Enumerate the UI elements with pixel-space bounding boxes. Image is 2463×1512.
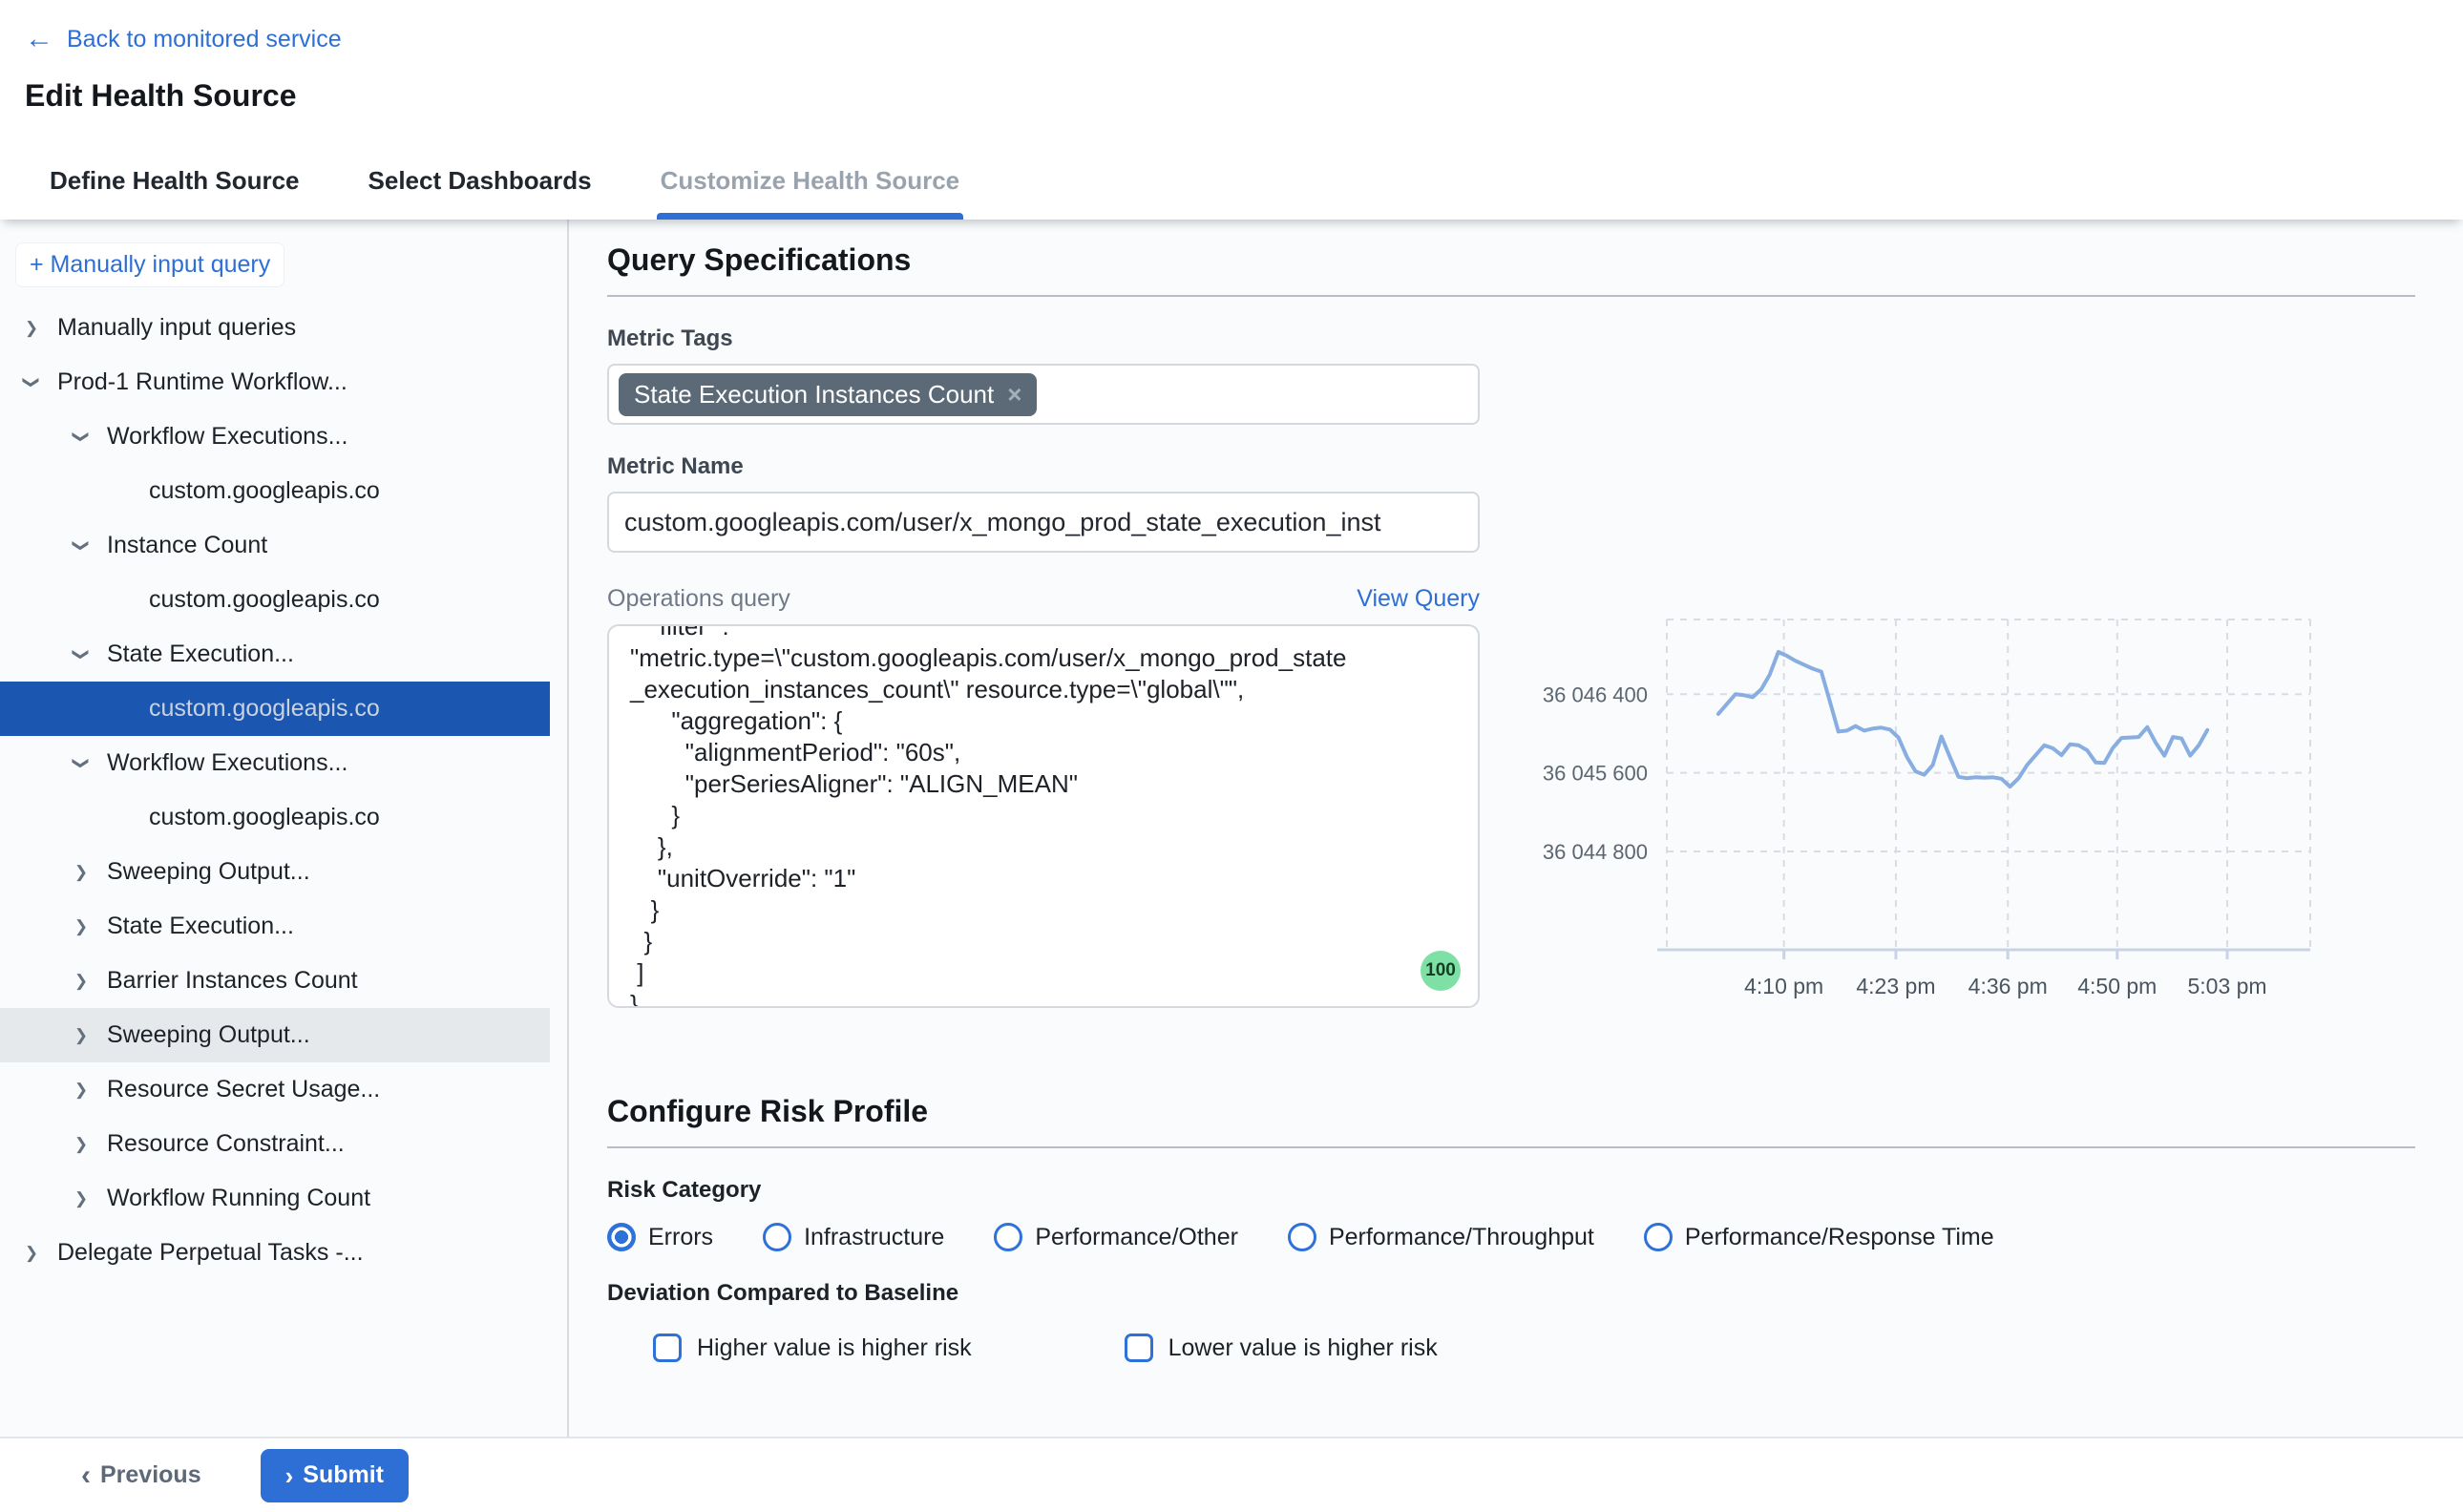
chevron-down-icon[interactable]: ❯ bbox=[74, 534, 90, 558]
svg-text:36 044 800: 36 044 800 bbox=[1543, 840, 1648, 864]
wizard-footer: ‹ Previous › Submit bbox=[0, 1437, 2463, 1512]
chevron-down-icon[interactable]: ❯ bbox=[74, 642, 90, 667]
svg-text:4:36 pm: 4:36 pm bbox=[1968, 974, 2048, 998]
metric-tags-input[interactable]: State Execution Instances Count × bbox=[607, 364, 1480, 425]
back-arrow-icon: ← bbox=[25, 25, 53, 53]
tree-item-resource-constraint[interactable]: ❯ Resource Constraint... bbox=[0, 1117, 550, 1171]
main-panel: Query Specifications Metric Tags State E… bbox=[569, 220, 2463, 1437]
view-query-link[interactable]: View Query bbox=[1357, 585, 1480, 613]
tree-item-barrier-instances-count[interactable]: ❯ Barrier Instances Count bbox=[0, 954, 550, 1008]
operations-query-text: "filter" : "metric.type=\"custom.googlea… bbox=[630, 624, 1457, 1008]
radio-icon[interactable] bbox=[607, 1223, 636, 1251]
tree-item-sweeping-output[interactable]: ❯ Sweeping Output... bbox=[0, 845, 550, 899]
checkbox-icon[interactable] bbox=[653, 1334, 682, 1362]
tree-item-instance-count[interactable]: ❯ Instance Count bbox=[0, 518, 550, 573]
back-link-label: Back to monitored service bbox=[67, 26, 342, 53]
chevron-right-icon[interactable]: ❯ bbox=[69, 918, 94, 934]
tree-item-state-execution[interactable]: ❯ State Execution... bbox=[0, 899, 550, 954]
configure-risk-profile-title: Configure Risk Profile bbox=[607, 1094, 2415, 1129]
active-tab-underline bbox=[657, 213, 964, 220]
tree-item-resource-secret-usage[interactable]: ❯ Resource Secret Usage... bbox=[0, 1062, 550, 1117]
tree-item-workflow-running-count[interactable]: ❯ Workflow Running Count bbox=[0, 1171, 550, 1226]
deviation-checkbox-group: Higher value is higher risk Lower value … bbox=[607, 1334, 2415, 1362]
chevron-right-icon[interactable]: ❯ bbox=[69, 864, 94, 880]
metric-chart: 36 046 400 36 045 600 36 044 800 4:10 pm 4:2… bbox=[1533, 604, 2326, 1030]
section-divider bbox=[607, 1146, 2415, 1148]
chip-close-icon[interactable]: × bbox=[1007, 382, 1021, 407]
query-specifications-title: Query Specifications bbox=[607, 242, 2415, 278]
tab-customize-health-source[interactable]: Customize Health Source bbox=[657, 141, 964, 220]
metric-tag-chip-label: State Execution Instances Count bbox=[634, 380, 994, 410]
radio-icon[interactable] bbox=[763, 1223, 791, 1251]
svg-text:4:10 pm: 4:10 pm bbox=[1744, 974, 1823, 998]
checkbox-higher-value-is-higher-risk[interactable]: Higher value is higher risk bbox=[653, 1334, 972, 1362]
tab-define-health-source[interactable]: Define Health Source bbox=[46, 141, 304, 220]
radio-icon[interactable] bbox=[994, 1223, 1022, 1251]
radio-icon[interactable] bbox=[1644, 1223, 1673, 1251]
chevron-right-icon[interactable]: ❯ bbox=[69, 1136, 94, 1152]
radio-infrastructure[interactable]: Infrastructure bbox=[763, 1223, 944, 1251]
tree-item-workflow-executions[interactable]: ❯ Workflow Executions... bbox=[0, 410, 550, 464]
radio-performance-throughput[interactable]: Performance/Throughput bbox=[1288, 1223, 1594, 1251]
submit-button[interactable]: › Submit bbox=[261, 1449, 409, 1502]
tree-item-state-execution[interactable]: ❯ State Execution... bbox=[0, 627, 550, 682]
add-manual-query-button[interactable]: + Manually input query bbox=[15, 242, 284, 287]
back-to-monitored-service-link[interactable]: ← Back to monitored service bbox=[25, 25, 342, 53]
chevron-right-icon[interactable]: ❯ bbox=[19, 320, 44, 336]
tree-item-custom-googleapis-co[interactable]: custom.googleapis.co bbox=[0, 464, 550, 518]
svg-text:36 046 400: 36 046 400 bbox=[1543, 682, 1648, 706]
risk-category-label: Risk Category bbox=[607, 1177, 2415, 1204]
radio-icon[interactable] bbox=[1288, 1223, 1316, 1251]
chevron-right-icon: › bbox=[285, 1463, 294, 1488]
tree-item-delegate-perpetual-tasks[interactable]: ❯ Delegate Perpetual Tasks -... bbox=[0, 1226, 550, 1280]
chevron-down-icon[interactable]: ❯ bbox=[74, 425, 90, 450]
radio-performance-other[interactable]: Performance/Other bbox=[994, 1223, 1238, 1251]
tree-item-prod-1-runtime-workflow[interactable]: ❯ Prod-1 Runtime Workflow... bbox=[0, 355, 550, 410]
tree-item-custom-googleapis-co[interactable]: custom.googleapis.co bbox=[0, 573, 550, 627]
chart-column: 36 046 400 36 045 600 36 044 800 4:10 pm 4:2… bbox=[1480, 297, 2415, 1035]
previous-button[interactable]: ‹ Previous bbox=[81, 1461, 201, 1490]
operations-query-textarea[interactable]: "filter" : "metric.type=\"custom.googlea… bbox=[607, 624, 1480, 1008]
query-form-column: Metric Tags State Execution Instances Co… bbox=[607, 297, 1480, 1035]
operations-query-label: Operations query bbox=[607, 585, 790, 613]
chevron-down-icon[interactable]: ❯ bbox=[24, 370, 40, 395]
tab-select-dashboards[interactable]: Select Dashboards bbox=[365, 141, 596, 220]
chevron-right-icon[interactable]: ❯ bbox=[69, 1027, 94, 1043]
query-tree-sidebar: + Manually input query ❯ Manually input … bbox=[0, 220, 569, 1437]
records-count-badge: 100 bbox=[1421, 951, 1461, 991]
tree-item-custom-googleapis-co[interactable]: custom.googleapis.co bbox=[0, 790, 550, 845]
svg-text:4:23 pm: 4:23 pm bbox=[1856, 974, 1935, 998]
checkbox-icon[interactable] bbox=[1125, 1334, 1153, 1362]
chevron-right-icon[interactable]: ❯ bbox=[69, 1082, 94, 1098]
checkbox-lower-value-is-higher-risk[interactable]: Lower value is higher risk bbox=[1125, 1334, 1438, 1362]
configure-risk-profile-section: Configure Risk Profile Risk Category Err… bbox=[607, 1094, 2415, 1362]
wizard-tabbar: Define Health Source Select Dashboards C… bbox=[0, 141, 2463, 220]
svg-text:5:03 pm: 5:03 pm bbox=[2187, 974, 2266, 998]
metric-tag-chip: State Execution Instances Count × bbox=[619, 373, 1037, 416]
content-area: + Manually input query ❯ Manually input … bbox=[0, 220, 2463, 1437]
radio-performance-response-time[interactable]: Performance/Response Time bbox=[1644, 1223, 1994, 1251]
edit-health-source-page: ← Back to monitored service Edit Health … bbox=[0, 0, 2463, 1512]
chevron-right-icon[interactable]: ❯ bbox=[69, 1190, 94, 1207]
metric-tags-label: Metric Tags bbox=[607, 326, 1480, 352]
chevron-right-icon[interactable]: ❯ bbox=[19, 1245, 44, 1261]
metric-name-input[interactable]: custom.googleapis.com/user/x_mongo_prod_… bbox=[607, 492, 1480, 553]
metric-query-tree: ❯ Manually input queries ❯ Prod-1 Runtim… bbox=[0, 301, 567, 1280]
svg-text:36 045 600: 36 045 600 bbox=[1543, 762, 1648, 786]
radio-errors[interactable]: Errors bbox=[607, 1223, 713, 1251]
risk-category-radio-group: Errors Infrastructure Performance/Other … bbox=[607, 1223, 2415, 1251]
page-header: ← Back to monitored service Edit Health … bbox=[0, 0, 2463, 141]
chevron-right-icon[interactable]: ❯ bbox=[69, 973, 94, 989]
tree-item-custom-googleapis-co[interactable]: custom.googleapis.co bbox=[0, 682, 550, 736]
chevron-down-icon[interactable]: ❯ bbox=[74, 751, 90, 776]
tree-item-manually-input-queries[interactable]: ❯ Manually input queries bbox=[0, 301, 550, 355]
tree-item-workflow-executions[interactable]: ❯ Workflow Executions... bbox=[0, 736, 550, 790]
metric-name-label: Metric Name bbox=[607, 453, 1480, 480]
tree-item-sweeping-output[interactable]: ❯ Sweeping Output... bbox=[0, 1008, 550, 1062]
deviation-label: Deviation Compared to Baseline bbox=[607, 1280, 2415, 1307]
svg-text:4:50 pm: 4:50 pm bbox=[2077, 974, 2157, 998]
page-title: Edit Health Source bbox=[25, 78, 2463, 114]
chevron-left-icon: ‹ bbox=[81, 1461, 91, 1490]
